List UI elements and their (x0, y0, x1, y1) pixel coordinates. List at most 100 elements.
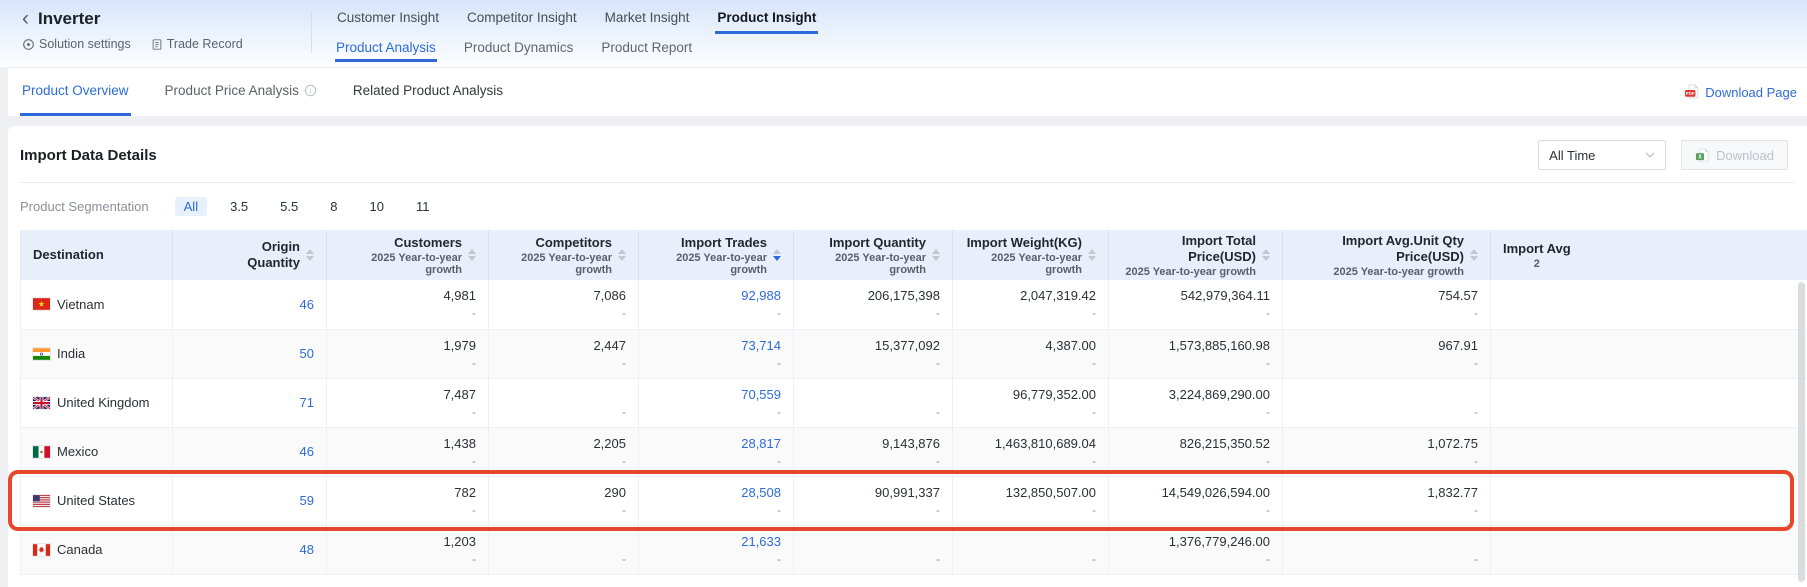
data-cell: 290- (489, 476, 639, 525)
sort-icons[interactable] (773, 249, 781, 261)
import-data-table-wrap: Destination OriginQuantityCustomers2025 Y… (20, 230, 1807, 575)
tab-product-price-analysis[interactable]: Product Price Analysisi (163, 68, 319, 116)
vertical-scrollbar[interactable] (1798, 282, 1805, 582)
tab-competitor-insight[interactable]: Competitor Insight (465, 0, 579, 34)
cell-value: 1,979 (339, 337, 476, 354)
column-header-import-total-price-usd[interactable]: Import Total Price(USD)2025 Year-to-year… (1109, 230, 1283, 280)
origin-quantity-link[interactable]: 50 (185, 345, 314, 362)
origin-quantity-cell: 50 (173, 329, 327, 378)
import-trades-link[interactable]: 73,714 (651, 337, 781, 354)
tab-product-insight[interactable]: Product Insight (715, 0, 818, 34)
download-page-link[interactable]: PDF Download Page (1684, 68, 1797, 116)
tab-market-insight[interactable]: Market Insight (603, 0, 692, 34)
origin-quantity-cell: 48 (173, 525, 327, 574)
tab-product-report[interactable]: Product Report (600, 38, 693, 62)
sort-desc-icon[interactable] (1262, 256, 1270, 261)
column-header-import-quantity[interactable]: Import Quantity2025 Year-to-year growth (794, 230, 953, 280)
tab-product-dynamics[interactable]: Product Dynamics (463, 38, 575, 62)
tab-product-overview[interactable]: Product Overview (20, 68, 131, 116)
cell-value: 1,438 (339, 435, 476, 452)
import-data-table: Destination OriginQuantityCustomers2025 Y… (20, 230, 1807, 575)
column-header-origin-quantity[interactable]: OriginQuantity (173, 230, 327, 280)
data-cell: 4,387.00- (953, 329, 1109, 378)
data-cell: 1,072.75- (1283, 427, 1491, 476)
segmentation-option-5-5[interactable]: 5.5 (271, 197, 307, 216)
import-trades-link[interactable]: 28,817 (651, 435, 781, 452)
sort-icons[interactable] (306, 249, 314, 261)
sort-icons[interactable] (1088, 249, 1096, 261)
sort-desc-icon[interactable] (618, 256, 626, 261)
cell-value: 206,175,398 (806, 287, 940, 304)
cell-value: 1,463,810,689.04 (965, 435, 1096, 452)
origin-quantity-link[interactable]: 59 (185, 492, 314, 509)
import-trades-link[interactable]: 70,559 (651, 386, 781, 403)
cell-growth: - (651, 355, 781, 371)
sort-icons[interactable] (1262, 249, 1270, 261)
sort-asc-icon[interactable] (618, 249, 626, 254)
cell-value: 96,779,352.00 (965, 386, 1096, 403)
origin-quantity-link[interactable]: 71 (185, 394, 314, 411)
sort-desc-icon[interactable] (1088, 256, 1096, 261)
import-trades-link[interactable]: 21,633 (651, 533, 781, 550)
sort-asc-icon[interactable] (1470, 249, 1478, 254)
data-cell: 15,377,092- (794, 329, 953, 378)
import-trades-link[interactable]: 92,988 (651, 287, 781, 304)
segmentation-option-11[interactable]: 11 (407, 197, 439, 216)
data-cell: 826,215,350.52- (1109, 427, 1283, 476)
sort-icons[interactable] (932, 249, 940, 261)
column-header-import-trades[interactable]: Import Trades2025 Year-to-year growth (639, 230, 794, 280)
sort-asc-icon[interactable] (932, 249, 940, 254)
cell-growth (1503, 453, 1807, 469)
data-cell (1491, 476, 1807, 525)
cell-growth: - (806, 453, 940, 469)
data-cell: 2,447- (489, 329, 639, 378)
origin-quantity-link[interactable]: 46 (185, 443, 314, 460)
column-label: Destination (33, 247, 104, 263)
sort-icons[interactable] (618, 249, 626, 261)
svg-text:i: i (309, 86, 311, 95)
sort-asc-icon[interactable] (1262, 249, 1270, 254)
india-flag-icon (33, 348, 50, 360)
column-header-customers[interactable]: Customers2025 Year-to-year growth (327, 230, 489, 280)
segmentation-option-10[interactable]: 10 (360, 197, 392, 216)
sort-asc-icon[interactable] (773, 249, 781, 254)
tab-customer-insight[interactable]: Customer Insight (335, 0, 441, 34)
tab-product-analysis[interactable]: Product Analysis (335, 38, 437, 62)
sort-asc-icon[interactable] (306, 249, 314, 254)
sort-desc-icon[interactable] (468, 256, 476, 261)
sort-asc-icon[interactable] (1088, 249, 1096, 254)
segmentation-option-all[interactable]: All (175, 197, 207, 216)
vietnam-flag-icon (33, 298, 50, 310)
segmentation-option-8[interactable]: 8 (321, 197, 346, 216)
tab-related-product-analysis[interactable]: Related Product Analysis (351, 68, 505, 116)
import-trades-link[interactable]: 28,508 (651, 484, 781, 501)
sort-icons[interactable] (1470, 249, 1478, 261)
time-filter-select[interactable]: All Time (1538, 140, 1666, 170)
origin-quantity-link[interactable]: 48 (185, 541, 314, 558)
sort-desc-icon[interactable] (932, 256, 940, 261)
origin-quantity-cell: 46 (173, 280, 327, 329)
sort-desc-icon[interactable] (306, 256, 314, 261)
column-header-import-avg-unit-qty-price-usd[interactable]: Import Avg.Unit Qty Price(USD)2025 Year-… (1283, 230, 1491, 280)
origin-quantity-link[interactable]: 46 (185, 296, 314, 313)
sort-desc-icon[interactable] (773, 256, 781, 261)
data-cell: 206,175,398- (794, 280, 953, 329)
cell-growth: - (1295, 404, 1478, 420)
sort-desc-icon[interactable] (1470, 256, 1478, 261)
column-label: Import Avg.Unit Qty Price(USD) (1295, 233, 1464, 265)
import-data-panel: Import Data Details All Time X Download … (8, 126, 1807, 587)
table-row-india: India501,979-2,447-73,714-15,377,092-4,3… (21, 329, 1807, 378)
column-subtitle: 2025 Year-to-year growth (1295, 266, 1464, 278)
sort-asc-icon[interactable] (468, 249, 476, 254)
back-icon[interactable]: ‹ (22, 10, 29, 28)
cell-value: 2,205 (501, 435, 626, 452)
solution-settings-button[interactable]: Solution settings (22, 37, 131, 51)
trade-record-button[interactable]: Trade Record (151, 37, 243, 51)
sort-icons[interactable] (468, 249, 476, 261)
column-header-competitors[interactable]: Competitors2025 Year-to-year growth (489, 230, 639, 280)
segmentation-option-3-5[interactable]: 3.5 (221, 197, 257, 216)
cell-growth: - (339, 551, 476, 567)
download-button[interactable]: X Download (1681, 140, 1788, 170)
column-header-import-weight-kg[interactable]: Import Weight(KG)2025 Year-to-year growt… (953, 230, 1109, 280)
cell-growth: - (501, 502, 626, 518)
